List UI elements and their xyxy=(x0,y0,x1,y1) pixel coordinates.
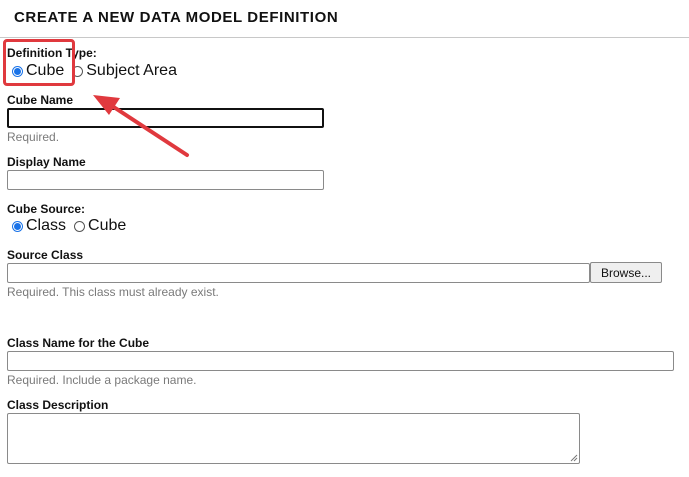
class-description-textarea[interactable] xyxy=(7,413,580,464)
cube-name-label: Cube Name xyxy=(7,93,74,107)
class-name-input[interactable] xyxy=(7,351,674,371)
definition-type-cube-radio[interactable] xyxy=(12,65,23,77)
display-name-label: Display Name xyxy=(7,155,86,169)
title-divider xyxy=(0,37,689,38)
source-class-input[interactable] xyxy=(7,263,590,283)
class-description-label: Class Description xyxy=(7,398,109,412)
cube-name-input[interactable] xyxy=(7,108,324,128)
definition-type-radio-group: Cube Subject Area xyxy=(12,62,185,80)
definition-type-cube-label[interactable]: Cube xyxy=(26,62,64,80)
cube-source-class-radio[interactable] xyxy=(12,220,23,232)
source-class-help: Required. This class must already exist. xyxy=(7,285,219,299)
page-title: CREATE A NEW DATA MODEL DEFINITION xyxy=(14,9,339,26)
display-name-input[interactable] xyxy=(7,170,324,190)
cube-source-label: Cube Source: xyxy=(7,202,86,216)
cube-source-cube-label[interactable]: Cube xyxy=(88,217,126,235)
definition-type-label: Definition Type: xyxy=(7,46,97,60)
definition-type-subject-area-label[interactable]: Subject Area xyxy=(86,62,177,80)
cube-source-cube-radio[interactable] xyxy=(74,220,86,232)
definition-type-subject-area-radio[interactable] xyxy=(72,65,84,77)
source-class-label: Source Class xyxy=(7,248,84,262)
cube-source-radio-group: Class Cube xyxy=(12,217,134,235)
class-name-help: Required. Include a package name. xyxy=(7,373,197,387)
cube-source-class-label[interactable]: Class xyxy=(26,217,66,235)
class-name-label: Class Name for the Cube xyxy=(7,336,150,350)
browse-button[interactable]: Browse... xyxy=(590,262,662,283)
cube-name-help: Required. xyxy=(7,130,60,144)
resize-grip-icon[interactable] xyxy=(570,454,578,462)
